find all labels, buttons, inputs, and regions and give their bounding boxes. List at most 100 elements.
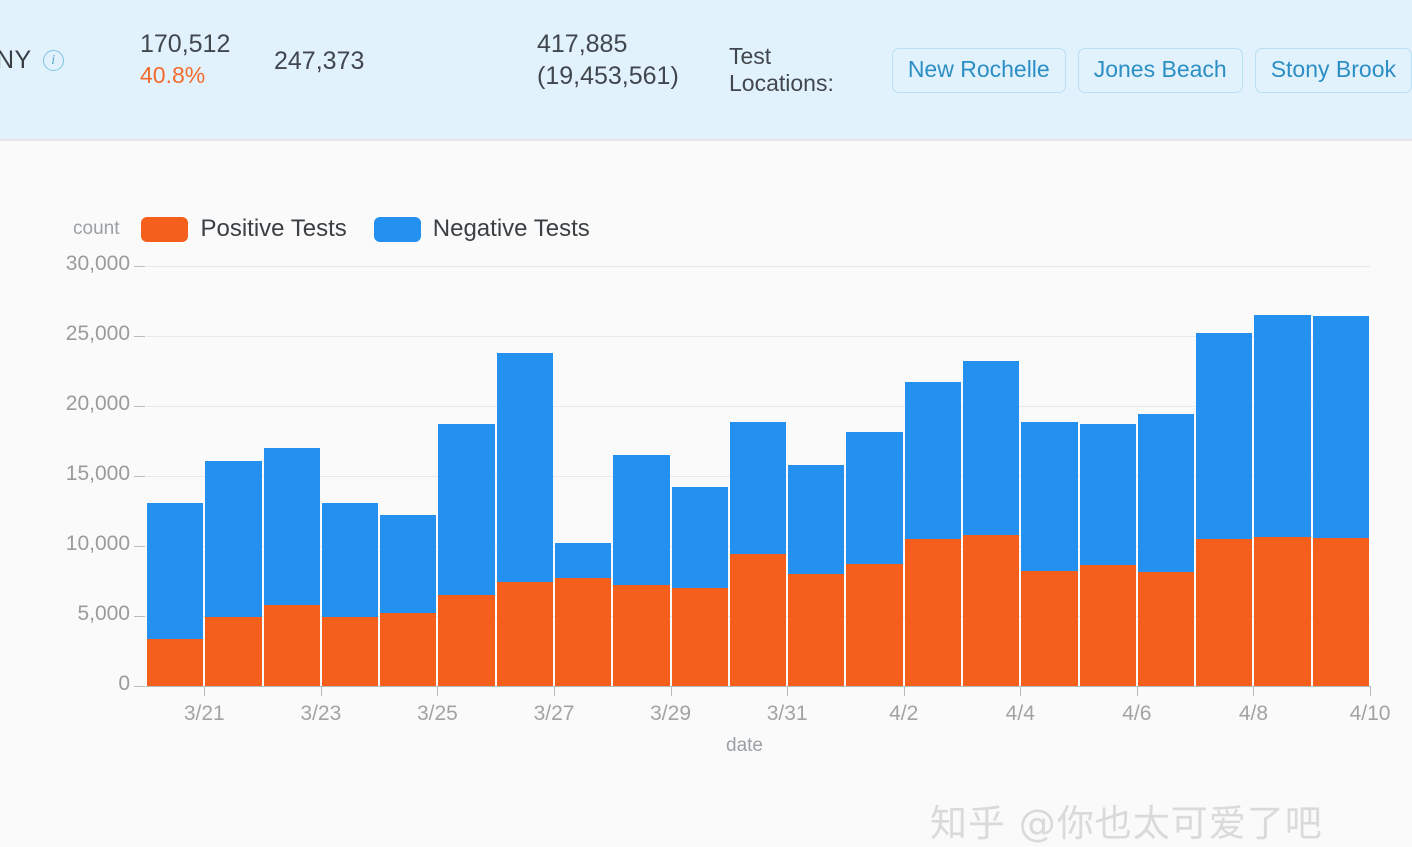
- bar-segment-negative[interactable]: [1079, 423, 1136, 565]
- bar-segment-negative[interactable]: [1021, 422, 1078, 571]
- x-axis-tick-label: 3/31: [766, 702, 808, 725]
- bar-segment-positive[interactable]: [788, 574, 845, 686]
- bar-column[interactable]: [962, 266, 1020, 686]
- x-axis-tick: [787, 686, 789, 696]
- bar-segment-positive[interactable]: [1196, 539, 1253, 686]
- y-axis-tick: [134, 476, 145, 477]
- bar-column[interactable]: [1137, 266, 1195, 686]
- bar-segment-negative[interactable]: [321, 503, 379, 618]
- bar-segment-positive[interactable]: [496, 582, 553, 686]
- bar-segment-positive[interactable]: [1312, 537, 1369, 686]
- chart-panel: count Positive Tests Negative Tests 0 5,0…: [0, 141, 1412, 845]
- bar-column[interactable]: [612, 266, 670, 686]
- plot-area: 0 5,000 10,000 15,000 20,000 25,000 30,000: [66, 252, 1370, 695]
- x-axis-tick-label: 3/25: [416, 702, 458, 725]
- y-axis-tick-label: 10,000: [65, 532, 130, 555]
- y-axis-tick-label: 25,000: [65, 322, 130, 345]
- bar-segment-negative[interactable]: [554, 542, 612, 578]
- location-pill-jones-beach[interactable]: Jones Beach: [1077, 47, 1243, 93]
- bar-segment-negative[interactable]: [263, 448, 320, 605]
- bar-column[interactable]: [321, 266, 379, 686]
- legend-item-positive[interactable]: Positive Tests: [141, 215, 347, 243]
- bar-segment-negative[interactable]: [1137, 413, 1195, 572]
- bar-segment-positive[interactable]: [1137, 571, 1195, 686]
- bar-segment-positive[interactable]: [671, 588, 728, 686]
- x-axis: 3/21 3/23 3/25 3/27 3/29 3/31 4/2 4/4 4/6 4/8 4/10: [146, 686, 1390, 725]
- x-axis-tick: [1370, 686, 1371, 696]
- bar-segment-negative[interactable]: [147, 502, 204, 640]
- bar-column[interactable]: [729, 266, 787, 686]
- bar-segment-negative[interactable]: [1312, 315, 1369, 538]
- y-axis-tick-label: 0: [118, 672, 130, 695]
- bar-segment-positive[interactable]: [321, 617, 379, 686]
- bar-segment-positive[interactable]: [613, 585, 670, 686]
- location-pill-stony-brook[interactable]: Stony Brook: [1254, 47, 1412, 93]
- test-locations: Test Locations: New Rochelle Jones Beach…: [729, 43, 1412, 97]
- stat-positive-percent: 40.8%: [140, 62, 206, 88]
- x-axis-tick-label: 4/4: [1005, 702, 1035, 725]
- bar-segment-positive[interactable]: [263, 604, 320, 686]
- bar-series-container: [146, 266, 1370, 686]
- stat-total: 417,885 (19,453,561): [537, 29, 679, 92]
- bar-column[interactable]: [1253, 266, 1311, 686]
- bar-segment-positive[interactable]: [147, 639, 204, 686]
- bar-segment-negative[interactable]: [613, 455, 670, 586]
- bar-segment-positive[interactable]: [962, 534, 1020, 686]
- bar-segment-negative[interactable]: [846, 431, 903, 565]
- bar-column[interactable]: [204, 266, 262, 686]
- bar-segment-positive[interactable]: [904, 539, 961, 686]
- bar-segment-negative[interactable]: [788, 464, 845, 574]
- y-axis-tick-label: 30,000: [65, 252, 130, 275]
- bar-segment-negative[interactable]: [496, 352, 553, 583]
- bar-segment-negative[interactable]: [1254, 315, 1311, 537]
- bar-column[interactable]: [496, 266, 554, 686]
- bar-segment-positive[interactable]: [205, 617, 262, 686]
- stat-positive: 170,512 40.8%: [140, 29, 230, 90]
- bar-segment-positive[interactable]: [846, 564, 903, 686]
- x-axis-tick: [320, 686, 322, 696]
- bar-segment-positive[interactable]: [1079, 564, 1136, 686]
- bar-column[interactable]: [671, 266, 729, 686]
- bar-column[interactable]: [1079, 266, 1137, 686]
- bar-segment-positive[interactable]: [438, 595, 495, 686]
- bar-segment-positive[interactable]: [729, 554, 787, 686]
- bar-segment-positive[interactable]: [554, 577, 612, 686]
- bar-segment-negative[interactable]: [904, 382, 961, 539]
- bar-column[interactable]: [554, 266, 612, 686]
- bar-column[interactable]: [904, 266, 962, 686]
- bar-segment-positive[interactable]: [1254, 536, 1311, 686]
- bar-column[interactable]: [787, 266, 845, 686]
- y-axis-tick: [134, 546, 145, 547]
- bar-segment-negative[interactable]: [671, 486, 728, 588]
- location-pill-new-rochelle[interactable]: New Rochelle: [891, 47, 1066, 93]
- stat-total-value: 417,885: [537, 30, 628, 58]
- bar-segment-negative[interactable]: [962, 361, 1020, 535]
- bar-segment-negative[interactable]: [380, 514, 437, 613]
- bar-segment-negative[interactable]: [1196, 332, 1253, 539]
- legend-label-positive: Positive Tests: [200, 215, 347, 242]
- bar-column[interactable]: [1312, 266, 1370, 686]
- x-axis-tick: [903, 686, 905, 696]
- bar-segment-negative[interactable]: [438, 423, 495, 595]
- legend-item-negative[interactable]: Negative Tests: [373, 215, 590, 243]
- bar-segment-positive[interactable]: [1021, 570, 1078, 686]
- bar-column[interactable]: [379, 266, 437, 686]
- y-axis-tick-label: 5,000: [77, 602, 130, 625]
- bar-segment-negative[interactable]: [729, 422, 787, 555]
- y-axis-title: count: [73, 218, 120, 239]
- bar-column[interactable]: [437, 266, 495, 686]
- x-axis-tick-label: 4/6: [1122, 702, 1152, 725]
- bar-column[interactable]: [1195, 266, 1253, 686]
- bar-column[interactable]: [1020, 266, 1078, 686]
- info-icon[interactable]: i: [42, 50, 64, 71]
- bar-column[interactable]: [845, 266, 903, 686]
- bar-column[interactable]: [263, 266, 321, 686]
- legend-swatch-negative: [373, 216, 421, 242]
- x-axis-tick-label: 3/27: [533, 702, 575, 725]
- x-axis-tick-label: 4/2: [889, 702, 919, 725]
- bar-column[interactable]: [146, 266, 204, 686]
- bar-segment-positive[interactable]: [380, 612, 437, 686]
- y-axis-tick-label: 20,000: [65, 392, 130, 415]
- bar-segment-negative[interactable]: [205, 461, 262, 618]
- x-axis-tick-label: 4/10: [1349, 702, 1391, 725]
